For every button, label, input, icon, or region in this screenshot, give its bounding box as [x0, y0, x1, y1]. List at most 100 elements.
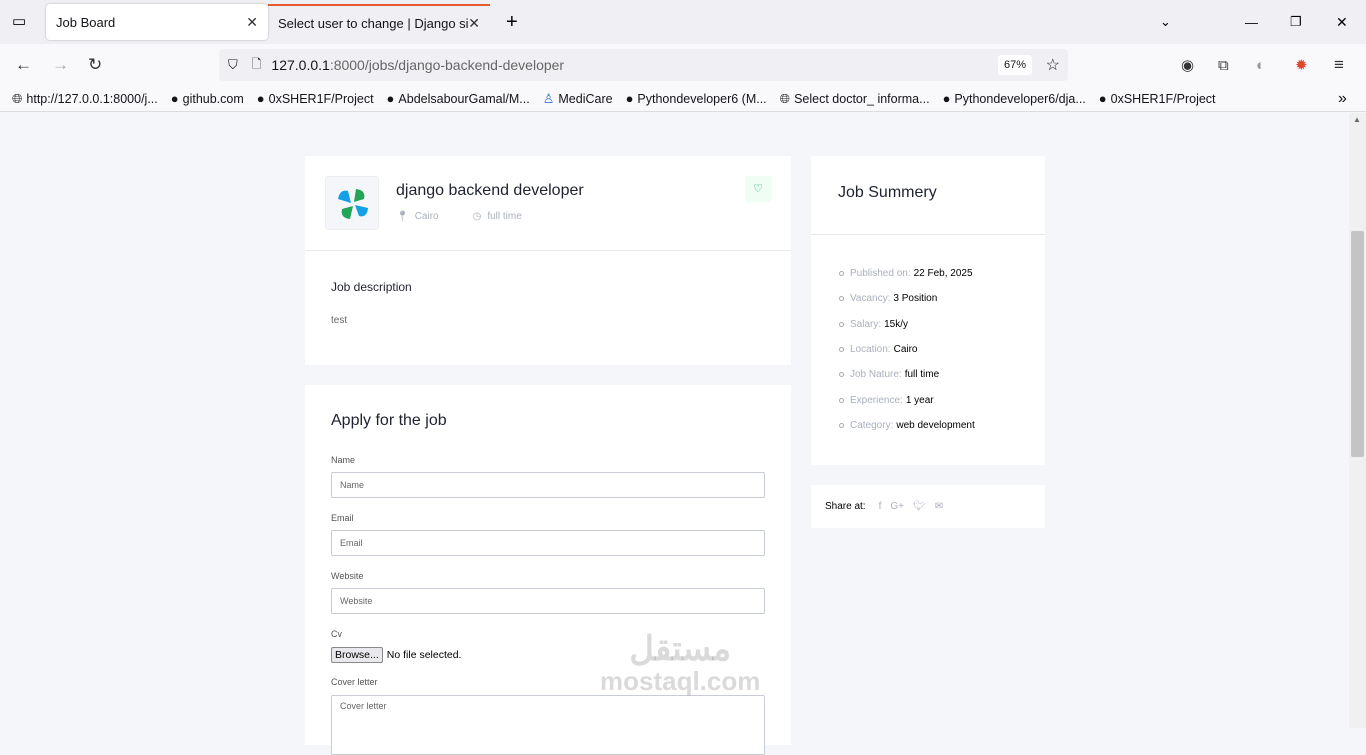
summary-item: Salary: 15k/y [839, 319, 908, 330]
job-summary-card: Job Summery Published on: 22 Feb, 2025 Va… [811, 156, 1045, 465]
menu-icon[interactable]: ≡ [1334, 55, 1344, 75]
bookmark-label: Pythondeveloper6 (M... [637, 91, 767, 106]
google-plus-icon[interactable]: G+ [890, 501, 904, 512]
cover-letter-textarea[interactable]: Cover letter [331, 695, 765, 755]
back-icon[interactable]: ← [15, 55, 32, 75]
browse-button[interactable]: Browse... [331, 647, 383, 663]
cover-letter-label: Cover letter [331, 677, 378, 687]
github-icon: ● [256, 91, 265, 106]
bookmark-item[interactable]: ● Pythondeveloper6/dja... [943, 91, 1086, 106]
close-icon[interactable]: ✕ [246, 14, 258, 31]
bookmark-item[interactable]: ● 0xSHER1F/Project [1099, 91, 1216, 106]
github-icon: ● [942, 91, 951, 106]
summary-item: Job Nature: full time [839, 369, 939, 380]
divider [811, 234, 1045, 235]
cv-label: Cv [331, 629, 342, 639]
github-icon: ● [386, 91, 395, 106]
github-icon: ● [170, 91, 179, 106]
bookmark-label: MediCare [558, 91, 613, 106]
summary-item: Vacancy: 3 Position [839, 293, 937, 304]
email-input[interactable]: Email [331, 530, 765, 556]
bookmark-label: Select doctor_ informa... [794, 91, 930, 106]
company-logo [325, 176, 379, 230]
nav-bar: ← → ↻ ⛉ 🗋 127.0.0.1:8000/jobs/django-bac… [0, 44, 1366, 86]
summary-item: Experience: 1 year [839, 395, 934, 406]
scrollbar-thumb[interactable] [1351, 231, 1364, 457]
reload-icon[interactable]: ↻ [88, 55, 102, 75]
extension-icon[interactable]: ◐ [1256, 57, 1265, 74]
summary-heading: Job Summery [838, 184, 937, 201]
share-card: Share at: f G+ 🐦︎ ✉ [811, 485, 1045, 528]
address-bar[interactable]: ⛉ 🗋 127.0.0.1:8000/jobs/django-backend-d… [219, 49, 1068, 81]
job-title: django backend developer [396, 182, 584, 199]
twitter-icon[interactable]: 🐦︎ [913, 501, 926, 512]
bookmark-item[interactable]: 🌐︎ Select doctor_ informa... [780, 91, 930, 107]
tab-overflow-icon[interactable]: ⌄ [1160, 14, 1171, 30]
restore-icon[interactable]: ❐ [1290, 14, 1302, 30]
job-header-card: django backend developer 📍︎ Cairo ◷ full t… [305, 156, 791, 365]
url-path: :8000/jobs/django-backend-developer [329, 57, 565, 73]
apply-heading: Apply for the job [331, 412, 447, 429]
website-input[interactable]: Website [331, 588, 765, 614]
email-icon[interactable]: ✉ [935, 501, 943, 512]
url-host: 127.0.0.1 [271, 57, 330, 73]
extensions-icon[interactable]: ⧉ [1218, 57, 1229, 74]
name-input[interactable]: Name [331, 472, 765, 498]
divider [305, 250, 791, 251]
tab-bar: ▭ Job Board ✕ Select user to change | Dja… [0, 0, 1366, 44]
bookmark-label: github.com [182, 91, 244, 106]
scroll-up-icon[interactable]: ▲ [1353, 115, 1361, 124]
job-type: full time [487, 211, 522, 222]
shield-icon: ⛉ [228, 57, 238, 72]
bookmark-item[interactable]: ● github.com [171, 91, 244, 106]
email-label: Email [331, 513, 354, 523]
page-icon: 🗋 [251, 56, 262, 71]
tab-django-admin[interactable]: Select user to change | Django site a✕ [268, 4, 490, 40]
bookmark-item[interactable]: ● AbdelsabourGamal/M... [387, 91, 530, 106]
bookmark-label: 0xSHER1F/Project [268, 91, 374, 106]
bookmark-item[interactable]: ● Pythondeveloper6 (M... [626, 91, 767, 106]
summary-item: Location: Cairo [839, 344, 918, 355]
tab-list-icon[interactable]: ▭ [12, 12, 26, 30]
bookmark-star-icon[interactable]: ☆ [1046, 55, 1060, 75]
bookmark-label: 0xSHER1F/Project [1110, 91, 1216, 106]
close-icon[interactable]: ✕ [468, 15, 480, 32]
facebook-icon[interactable]: f [879, 501, 882, 512]
no-file-text: No file selected. [386, 649, 462, 661]
bookmark-item[interactable]: 🌐︎ http://127.0.0.1:8000/j... [12, 91, 158, 107]
bookmarks-bar: 🌐︎ http://127.0.0.1:8000/j... ● github.com… [0, 86, 1366, 112]
medicare-icon: ♙ [542, 90, 555, 106]
tab-job-board[interactable]: Job Board ✕ [46, 4, 268, 40]
summary-item: Published on: 22 Feb, 2025 [839, 268, 973, 279]
name-label: Name [331, 455, 356, 465]
location-pin-icon: 📍︎ [396, 211, 409, 222]
bookmark-label: http://127.0.0.1:8000/j... [26, 91, 158, 106]
job-location: Cairo [414, 211, 439, 222]
forward-icon[interactable]: → [52, 55, 69, 75]
globe-icon: 🌐︎ [779, 90, 791, 106]
github-icon: ● [625, 91, 634, 106]
heart-icon: ♡ [753, 183, 763, 195]
website-label: Website [331, 571, 364, 581]
job-description-text: test [331, 315, 348, 326]
job-description-heading: Job description [331, 280, 412, 294]
tab-label: Job Board [56, 14, 116, 30]
zoom-level[interactable]: 67% [997, 55, 1032, 75]
mostaql-watermark: مستقل mostaql.com [600, 630, 761, 696]
window-close-icon[interactable]: ✕ [1336, 14, 1348, 31]
bookmark-item[interactable]: ● 0xSHER1F/Project [257, 91, 374, 106]
bookmarks-overflow-icon[interactable]: » [1338, 90, 1347, 108]
bookmark-label: Pythondeveloper6/dja... [954, 91, 1086, 106]
favorite-button[interactable]: ♡ [745, 176, 771, 202]
summary-item: Category: web development [839, 420, 975, 431]
share-label: Share at: [825, 501, 866, 512]
bookmark-item[interactable]: ♙ MediCare [543, 91, 613, 107]
account-icon[interactable]: ◉ [1181, 56, 1194, 74]
new-tab-icon[interactable]: + [506, 11, 518, 34]
firefox-fox-icon[interactable]: ✹ [1295, 56, 1308, 74]
minimize-icon[interactable]: — [1245, 15, 1258, 30]
page-scrollbar[interactable]: ▲ [1349, 113, 1366, 728]
globe-icon: 🌐︎ [12, 90, 23, 106]
bookmark-label: AbdelsabourGamal/M... [398, 91, 530, 106]
tab-label: Select user to change | Django site a [278, 15, 468, 31]
